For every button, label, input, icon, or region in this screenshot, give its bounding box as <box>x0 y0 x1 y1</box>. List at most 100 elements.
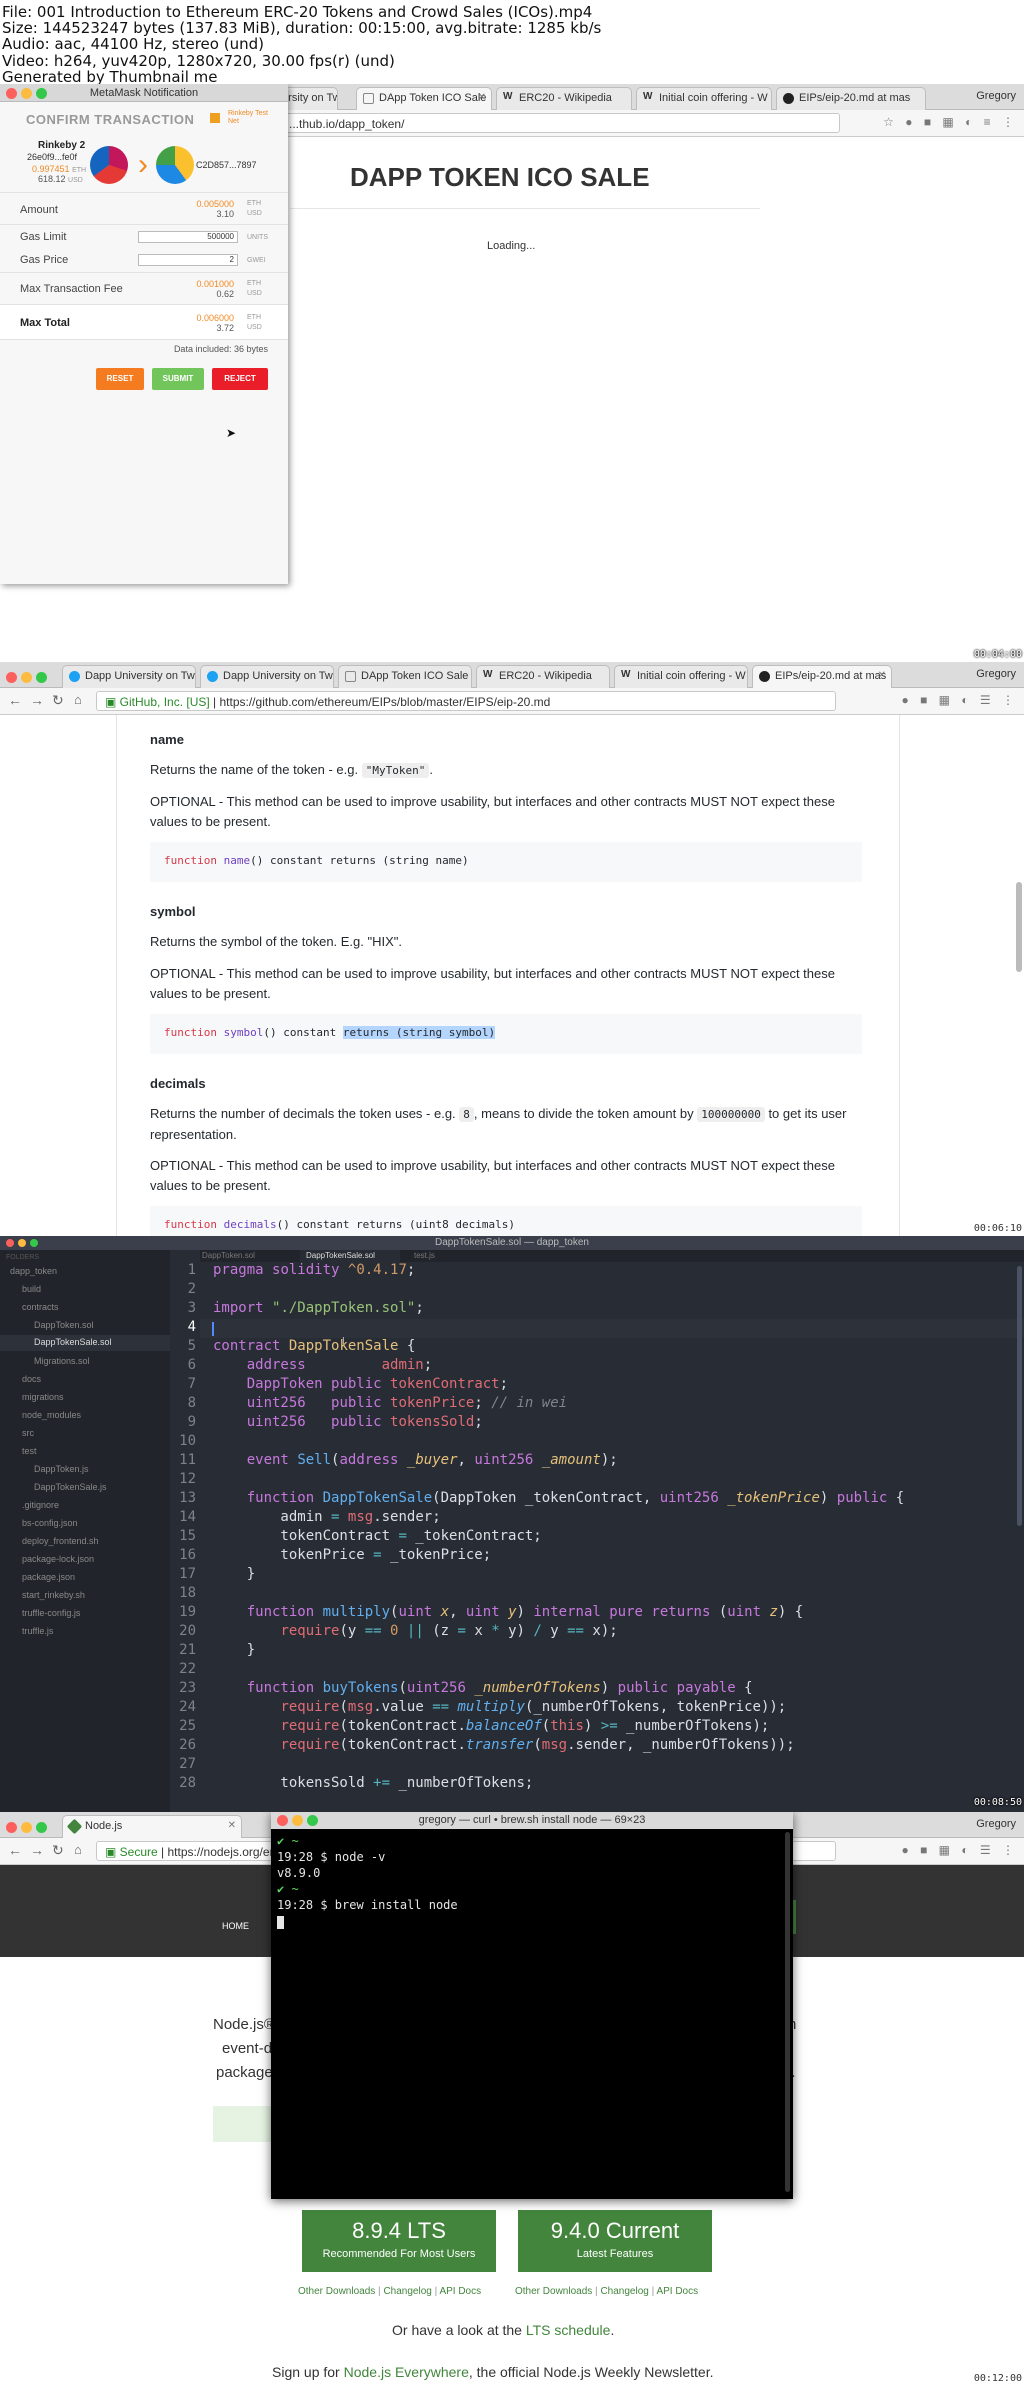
other-downloads-link[interactable]: Other Downloads <box>515 2286 592 2297</box>
button-version: 8.9.4 LTS <box>352 2218 446 2243</box>
tab-erc20[interactable]: W ERC20 - Wikipedia <box>476 665 610 688</box>
tree-file[interactable]: DappToken.sol <box>34 1320 94 1330</box>
tree-file[interactable]: truffle-config.js <box>22 1608 80 1618</box>
tree-file[interactable]: deploy_frontend.sh <box>22 1536 99 1546</box>
url-input[interactable]: ▣ GitHub, Inc. [US] | https://github.com… <box>96 691 836 711</box>
tab-test[interactable]: test.js <box>414 1251 435 1260</box>
tab-twitter[interactable]: Dapp University on Tw <box>200 665 334 688</box>
tree-file[interactable]: truffle.js <box>22 1626 53 1636</box>
intro-text: Node.js® <box>213 2016 275 2033</box>
tab-eip20[interactable]: EIPs/eip-20.md at mas ✕ <box>752 665 892 688</box>
tree-folder[interactable]: test <box>22 1446 37 1456</box>
changelog-link[interactable]: Changelog <box>600 2286 648 2297</box>
tab-dapp-token[interactable]: DApp Token ICO Sale <box>338 665 472 688</box>
tree-file[interactable]: DappTokenSale.js <box>34 1482 107 1492</box>
terminal-line: ✔ ~ <box>277 1882 299 1896</box>
window-controls[interactable] <box>6 670 51 688</box>
gas-price-input[interactable]: 2 <box>138 254 238 266</box>
tree-file[interactable]: bs-config.json <box>22 1518 78 1528</box>
tree-folder[interactable]: build <box>22 1284 41 1294</box>
submit-button[interactable]: SUBMIT <box>152 368 204 390</box>
tree-file[interactable]: package-lock.json <box>22 1554 94 1564</box>
line-number: 28 <box>179 1775 196 1791</box>
tree-folder[interactable]: node_modules <box>22 1410 81 1420</box>
lts-schedule-link[interactable]: LTS schedule <box>526 2322 611 2338</box>
scrollbar[interactable] <box>1016 882 1022 972</box>
tree-folder[interactable]: dapp_token <box>10 1266 57 1276</box>
other-downloads-link[interactable]: Other Downloads <box>298 2286 375 2297</box>
optional-note: OPTIONAL - This method can be used to im… <box>150 1158 835 1193</box>
tab-nodejs[interactable]: Node.js ✕ <box>62 1815 242 1838</box>
user-profile-button[interactable]: Gregory <box>976 668 1016 680</box>
gas-limit-input[interactable]: 500000 <box>138 231 238 243</box>
tab-dapptokensale[interactable]: DappTokenSale.sol <box>300 1250 400 1262</box>
close-icon[interactable]: ✕ <box>478 92 486 103</box>
secure-label: GitHub, Inc. [US] <box>119 695 210 709</box>
back-icon[interactable]: ← <box>8 1842 22 1858</box>
tab-ico[interactable]: W Initial coin offering - W <box>636 87 772 110</box>
url-input[interactable]: ...thub.io/dapp_token/ <box>280 113 840 133</box>
download-lts-button[interactable]: 8.9.4 LTS Recommended For Most Users <box>302 2210 496 2272</box>
tree-file[interactable]: .gitignore <box>22 1500 59 1510</box>
row-value: 3.10 <box>216 209 234 219</box>
forward-icon[interactable]: → <box>30 692 44 708</box>
window-controls[interactable] <box>277 1815 322 1832</box>
tree-folder[interactable]: migrations <box>22 1392 64 1402</box>
tree-file[interactable]: Migrations.sol <box>34 1356 90 1366</box>
tree-folder[interactable]: contracts <box>22 1302 59 1312</box>
extension-icons[interactable]: ● ■ ▦ ◐ ☰ ⋮ <box>901 1843 1018 1857</box>
extension-icons[interactable]: ● ■ ▦ ◐ ☰ ⋮ <box>901 693 1018 707</box>
api-docs-link[interactable]: API Docs <box>656 2286 698 2297</box>
window-controls[interactable] <box>6 87 51 105</box>
reset-button[interactable]: RESET <box>96 368 144 390</box>
reject-button[interactable]: REJECT <box>212 368 268 390</box>
section-heading: decimals <box>150 1076 206 1091</box>
nav-home-link[interactable]: HOME <box>222 1921 249 1931</box>
terminal-window[interactable]: gregory — curl • brew.sh install node — … <box>271 1812 793 2199</box>
reload-icon[interactable]: ↻ <box>52 692 64 709</box>
tab-twitter[interactable]: Dapp University on Tw <box>62 665 196 688</box>
window-controls[interactable] <box>6 1820 51 1838</box>
forward-icon[interactable]: → <box>30 1842 44 1858</box>
tree-file[interactable]: package.json <box>22 1572 75 1582</box>
close-icon[interactable]: ✕ <box>228 1820 236 1831</box>
download-current-button[interactable]: 9.4.0 Current Latest Features <box>518 2210 712 2272</box>
tree-file-selected[interactable]: DappTokenSale.sol <box>0 1335 170 1351</box>
tab-dapptoken[interactable]: DappToken.sol <box>202 1251 255 1260</box>
user-profile-button[interactable]: Gregory <box>976 90 1016 102</box>
api-docs-link[interactable]: API Docs <box>439 2286 481 2297</box>
tree-folder[interactable]: docs <box>22 1374 41 1384</box>
changelog-link[interactable]: Changelog <box>383 2286 431 2297</box>
tab-eip20[interactable]: EIPs/eip-20.md at mas <box>776 87 926 110</box>
current-line-highlight <box>200 1319 1024 1338</box>
code-text: () constant returns (string name) <box>250 854 469 867</box>
selected-code-text[interactable]: returns (string symbol) <box>342 1026 496 1039</box>
line-number: 16 <box>179 1547 196 1563</box>
code-line: event Sell(address _buyer, uint256 _amou… <box>246 1452 618 1468</box>
line-number: 9 <box>187 1414 196 1430</box>
code-line: tokensSold += _numberOfTokens; <box>213 1775 534 1791</box>
close-icon[interactable]: ✕ <box>878 670 886 681</box>
tab-erc20[interactable]: W ERC20 - Wikipedia <box>496 87 632 110</box>
row-unit: USD <box>247 324 262 331</box>
scrollbar[interactable] <box>1017 1266 1022 1526</box>
user-profile-button[interactable]: Gregory <box>976 1818 1016 1830</box>
back-icon[interactable]: ← <box>8 692 22 708</box>
tab-dapp-token[interactable]: DApp Token ICO Sale ✕ <box>356 87 492 110</box>
scrollbar[interactable] <box>785 1832 790 2192</box>
code-text: () constant returns (uint8 decimals) <box>276 1218 516 1231</box>
tree-file[interactable]: DappToken.js <box>34 1464 89 1474</box>
extension-icons[interactable]: ☆ ● ■ ▦ ◐ ≡ ⋮ <box>883 115 1018 129</box>
line-number: 14 <box>179 1509 196 1525</box>
from-account-name: Rinkeby 2 <box>38 140 86 151</box>
tree-folder[interactable]: src <box>22 1428 34 1438</box>
tree-file[interactable]: start_rinkeby.sh <box>22 1590 85 1600</box>
timestamp: 00:04:00 <box>973 649 1022 660</box>
reload-icon[interactable]: ↻ <box>52 1842 64 1859</box>
code-line: } <box>213 1566 256 1582</box>
home-icon[interactable]: ⌂ <box>74 692 82 707</box>
newsletter-link[interactable]: Node.js Everywhere <box>344 2364 469 2380</box>
tab-ico[interactable]: W Initial coin offering - W <box>614 665 748 688</box>
home-icon[interactable]: ⌂ <box>74 1842 82 1857</box>
code-line: require(msg.value == multiply(_numberOfT… <box>280 1699 787 1715</box>
